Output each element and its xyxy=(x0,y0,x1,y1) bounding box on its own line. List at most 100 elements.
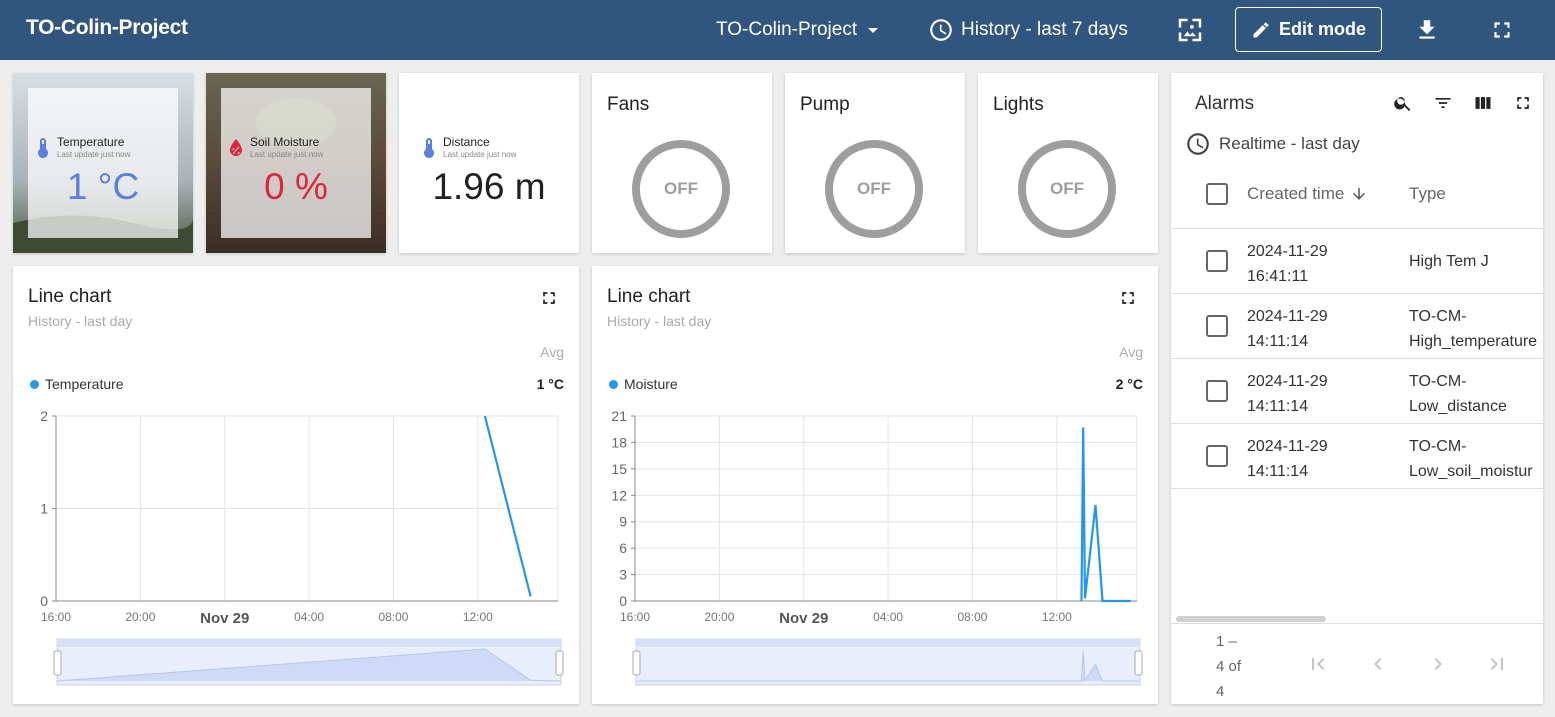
range-text: 4 of xyxy=(1216,658,1242,675)
chart-plot[interactable]: 0 1 2 16:00 20:00 Nov 29 04:00 08:00 12:00 xyxy=(13,396,579,696)
x-tick-label: 16:00 xyxy=(41,610,71,624)
dashboard-title: TO-Colin-Project xyxy=(26,16,188,39)
alarm-row[interactable]: 2024-11-29 14:11:14 TO-CM- High_temperatur… xyxy=(1171,294,1543,359)
switch-state: OFF xyxy=(1050,179,1084,198)
distance-card: Distance Last update just now 1.96 m xyxy=(399,73,579,253)
chart-title: Line chart xyxy=(607,286,691,307)
column-type[interactable]: Type xyxy=(1409,184,1446,204)
y-tick-label: 15 xyxy=(611,461,627,477)
type-text: High_temperature xyxy=(1409,333,1538,350)
alarms-table-header: Created time Type xyxy=(1171,173,1543,229)
select-all-checkbox[interactable] xyxy=(1206,183,1228,205)
row-checkbox[interactable] xyxy=(1206,315,1228,337)
legend-item[interactable]: Temperature xyxy=(30,376,124,392)
filter-icon[interactable] xyxy=(1433,93,1453,113)
dashboard-select[interactable]: TO-Colin-Project xyxy=(716,0,885,60)
x-tick-label: 20:00 xyxy=(704,610,734,624)
legend-item[interactable]: Moisture xyxy=(609,376,678,392)
alarm-row[interactable]: 2024-11-29 14:11:14 TO-CM- Low_soil_moistu… xyxy=(1171,424,1543,489)
legend-avg-value: 2 °C xyxy=(1115,376,1143,392)
value-panel: Soil Moisture Last update just now 0 % xyxy=(221,88,371,238)
chevron-down-icon xyxy=(868,28,879,33)
legend-dot xyxy=(30,379,39,389)
horizontal-scrollbar[interactable] xyxy=(1176,616,1326,622)
y-tick-label: 1 xyxy=(40,501,48,517)
type-text: High Tem J xyxy=(1409,253,1489,270)
row-checkbox[interactable] xyxy=(1206,445,1228,467)
soil-moisture-card: Soil Moisture Last update just now 0 % xyxy=(206,73,386,253)
fullscreen-button[interactable] xyxy=(1489,0,1515,60)
zoom-handle xyxy=(53,650,62,676)
y-tick-label: 21 xyxy=(611,408,627,424)
y-tick-label: 2 xyxy=(40,408,48,424)
value-label: Soil Moisture xyxy=(250,135,320,149)
lights-toggle[interactable]: OFF xyxy=(1018,140,1116,238)
value-panel: Distance Last update just now 1.96 m xyxy=(414,88,564,238)
zoom-slider-bar xyxy=(57,639,561,647)
y-tick-label: 6 xyxy=(619,540,627,556)
pencil-icon xyxy=(1253,21,1269,37)
x-tick-label: 12:00 xyxy=(1042,610,1072,624)
alarms-timewindow-label: Realtime - last day xyxy=(1219,134,1360,153)
next-page-icon[interactable] xyxy=(1426,652,1450,676)
zoom-handle xyxy=(1134,650,1143,676)
first-page-icon[interactable] xyxy=(1306,652,1330,676)
clock-icon xyxy=(930,19,952,41)
x-tick-label: 08:00 xyxy=(957,610,987,624)
moisture-line-chart-card: Line chart History - last day Avg Moistu… xyxy=(592,266,1158,704)
alarms-timewindow[interactable]: Realtime - last day xyxy=(1185,131,1360,157)
chart-title: Line chart xyxy=(28,286,112,307)
type-cell: TO-CM- High_temperature xyxy=(1409,304,1537,354)
thermometer-icon xyxy=(38,138,48,158)
switch-title: Lights xyxy=(993,94,1044,115)
y-tick-label: 0 xyxy=(619,593,627,609)
fullscreen-icon[interactable] xyxy=(539,288,559,308)
columns-icon[interactable] xyxy=(1473,93,1493,113)
soil-moisture-value: 0 % xyxy=(264,166,328,207)
alarms-toolbar xyxy=(1393,93,1533,113)
created-time-cell: 2024-11-29 16:41:11 xyxy=(1247,239,1328,289)
row-checkbox[interactable] xyxy=(1206,250,1228,272)
x-tick-label: 16:00 xyxy=(620,610,650,624)
chart-plot[interactable]: 0 3 6 9 12 15 18 21 16:00 20:00 Nov 29 04:00 08:00 12… xyxy=(592,396,1158,696)
alarm-row[interactable]: 2024-11-29 16:41:11 High Tem J xyxy=(1171,229,1543,294)
time-text: 14:11:14 xyxy=(1247,333,1309,350)
pump-switch-card: Pump OFF xyxy=(785,73,965,253)
top-bar: TO-Colin-Project TO-Colin-Project Histor… xyxy=(0,0,1555,60)
type-text: TO-CM- xyxy=(1409,373,1467,390)
temperature-line-chart-card: Line chart History - last day Avg Temper… xyxy=(13,266,579,704)
range-text: 1 – xyxy=(1216,633,1237,650)
thermometer-icon xyxy=(424,138,434,158)
timewindow-button[interactable]: History - last 7 days xyxy=(928,0,1128,60)
type-text: Low_distance xyxy=(1409,398,1507,415)
image-export-button[interactable] xyxy=(1175,0,1205,60)
fullscreen-icon xyxy=(1494,22,1510,38)
last-update-text: Last update just now xyxy=(443,150,517,159)
download-button[interactable] xyxy=(1414,0,1440,60)
edit-mode-button[interactable]: Edit mode xyxy=(1235,7,1382,52)
legend-avg-value: 1 °C xyxy=(536,376,564,392)
temperature-card: Temperature Last update just now 1 °C xyxy=(13,73,193,253)
avg-label: Avg xyxy=(540,344,564,360)
pump-toggle[interactable]: OFF xyxy=(825,140,923,238)
fans-toggle[interactable]: OFF xyxy=(632,140,730,238)
legend-label: Temperature xyxy=(45,376,124,392)
fullscreen-icon[interactable] xyxy=(1118,288,1138,308)
image-icon xyxy=(1178,18,1202,42)
type-text: Low_soil_moistur xyxy=(1409,463,1533,480)
fullscreen-icon[interactable] xyxy=(1513,93,1533,113)
column-created-time[interactable]: Created time xyxy=(1247,184,1368,204)
alarm-row[interactable]: 2024-11-29 14:11:14 TO-CM- Low_distance xyxy=(1171,359,1543,424)
water-percent-icon xyxy=(230,139,242,156)
row-checkbox[interactable] xyxy=(1206,380,1228,402)
x-tick-label: 12:00 xyxy=(463,610,493,624)
previous-page-icon[interactable] xyxy=(1366,652,1390,676)
date-text: 2024-11-29 xyxy=(1247,243,1328,260)
last-page-icon[interactable] xyxy=(1485,652,1509,676)
y-tick-label: 9 xyxy=(619,514,627,530)
created-time-cell: 2024-11-29 14:11:14 xyxy=(1247,369,1328,419)
search-icon[interactable] xyxy=(1393,93,1413,113)
paginator: 1 – 4 of 4 xyxy=(1171,623,1543,703)
switch-title: Pump xyxy=(800,94,850,115)
zoom-handle xyxy=(555,650,564,676)
